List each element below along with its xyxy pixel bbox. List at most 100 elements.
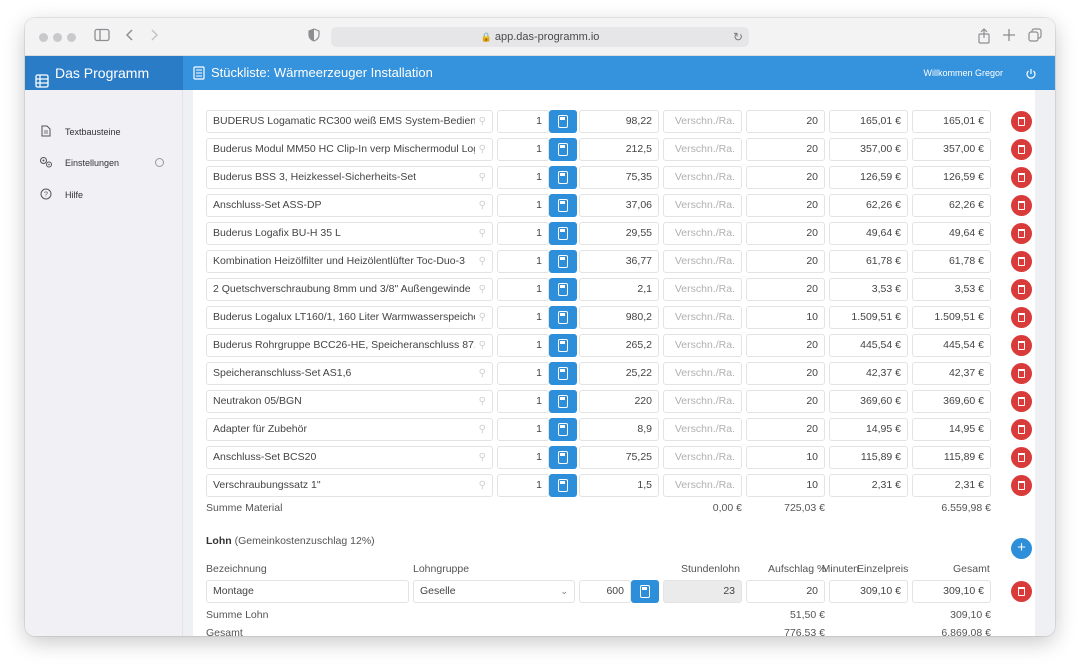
- aufschlag-input[interactable]: 20: [746, 278, 825, 301]
- quantity-input[interactable]: 1: [497, 222, 549, 245]
- delete-row-button[interactable]: [1011, 279, 1032, 300]
- material-name-input[interactable]: Verschraubungssatz 1" ⚲: [206, 474, 493, 497]
- price-input[interactable]: 1,5: [579, 474, 659, 497]
- price-input[interactable]: 2,1: [579, 278, 659, 301]
- calculator-button[interactable]: [549, 474, 577, 497]
- search-icon[interactable]: ⚲: [479, 307, 486, 328]
- price-input[interactable]: 75,25: [579, 446, 659, 469]
- aufschlag-input[interactable]: 20: [746, 166, 825, 189]
- verschnitt-input[interactable]: Verschn./Ra.: [663, 250, 742, 273]
- close-window-dot[interactable]: [39, 33, 48, 42]
- search-icon[interactable]: ⚲: [479, 111, 486, 132]
- aufschlag-input[interactable]: 10: [746, 474, 825, 497]
- quantity-input[interactable]: 1: [497, 166, 549, 189]
- quantity-input[interactable]: 1: [497, 250, 549, 273]
- search-icon[interactable]: ⚲: [479, 447, 486, 468]
- calculator-button[interactable]: [549, 390, 577, 413]
- aufschlag-input[interactable]: 20: [746, 390, 825, 413]
- calculator-button[interactable]: [549, 418, 577, 441]
- verschnitt-input[interactable]: Verschn./Ra.: [663, 222, 742, 245]
- search-icon[interactable]: ⚲: [479, 139, 486, 160]
- share-icon[interactable]: [975, 28, 993, 46]
- delete-row-button[interactable]: [1011, 139, 1032, 160]
- material-name-input[interactable]: Speicheranschluss-Set AS1,6 ⚲: [206, 362, 493, 385]
- power-icon[interactable]: [1025, 67, 1037, 79]
- sidebar-item-einstellungen[interactable]: Einstellungen: [25, 152, 183, 174]
- material-name-input[interactable]: Neutrakon 05/BGN ⚲: [206, 390, 493, 413]
- quantity-input[interactable]: 1: [497, 446, 549, 469]
- price-input[interactable]: 220: [579, 390, 659, 413]
- delete-row-button[interactable]: [1011, 111, 1032, 132]
- aufschlag-input[interactable]: 20: [746, 250, 825, 273]
- calculator-button[interactable]: [549, 138, 577, 161]
- shield-icon[interactable]: [305, 28, 323, 46]
- aufschlag-input[interactable]: 10: [746, 306, 825, 329]
- material-name-input[interactable]: Buderus Modul MM50 HC Clip-In verp Misch…: [206, 138, 493, 161]
- quantity-input[interactable]: 1: [497, 418, 549, 441]
- back-icon[interactable]: [121, 28, 139, 46]
- total-gesamt[interactable]: 6.869,08 €: [941, 627, 991, 636]
- calculator-button[interactable]: [549, 222, 577, 245]
- quantity-input[interactable]: 1: [497, 278, 549, 301]
- calculator-button[interactable]: [549, 278, 577, 301]
- lohngruppe-select[interactable]: Geselle ⌄: [413, 580, 575, 603]
- material-name-input[interactable]: Anschluss-Set ASS-DP ⚲: [206, 194, 493, 217]
- material-name-input[interactable]: Buderus Rohrgruppe BCC26-HE, Speicherans…: [206, 334, 493, 357]
- material-name-input[interactable]: Kombination Heizölfilter und Heizölentlü…: [206, 250, 493, 273]
- add-lohn-button[interactable]: +: [1011, 538, 1032, 559]
- search-icon[interactable]: ⚲: [479, 363, 486, 384]
- delete-lohn-button[interactable]: [1011, 581, 1032, 602]
- sidebar-item-hilfe[interactable]: ? Hilfe: [25, 184, 183, 206]
- material-name-input[interactable]: Anschluss-Set BCS20 ⚲: [206, 446, 493, 469]
- quantity-input[interactable]: 1: [497, 110, 549, 133]
- price-input[interactable]: 29,55: [579, 222, 659, 245]
- verschnitt-input[interactable]: Verschn./Ra.: [663, 110, 742, 133]
- quantity-input[interactable]: 1: [497, 334, 549, 357]
- material-name-input[interactable]: Buderus BSS 3, Heizkessel-Sicherheits-Se…: [206, 166, 493, 189]
- quantity-input[interactable]: 1: [497, 306, 549, 329]
- search-icon[interactable]: ⚲: [479, 335, 486, 356]
- verschnitt-input[interactable]: Verschn./Ra.: [663, 194, 742, 217]
- price-input[interactable]: 98,22: [579, 110, 659, 133]
- price-input[interactable]: 212,5: [579, 138, 659, 161]
- delete-row-button[interactable]: [1011, 363, 1032, 384]
- minuten-input[interactable]: 600: [579, 580, 631, 603]
- total-label[interactable]: Gesamt: [206, 627, 243, 636]
- delete-row-button[interactable]: [1011, 391, 1032, 412]
- reload-icon[interactable]: ↻: [733, 27, 743, 47]
- quantity-input[interactable]: 1: [497, 390, 549, 413]
- tab-overview-icon[interactable]: [1026, 28, 1044, 46]
- price-input[interactable]: 265,2: [579, 334, 659, 357]
- aufschlag-input[interactable]: 20: [746, 418, 825, 441]
- search-icon[interactable]: ⚲: [479, 223, 486, 244]
- calculator-button[interactable]: [549, 110, 577, 133]
- verschnitt-input[interactable]: Verschn./Ra.: [663, 278, 742, 301]
- calculator-button[interactable]: [549, 334, 577, 357]
- verschnitt-input[interactable]: Verschn./Ra.: [663, 306, 742, 329]
- material-name-input[interactable]: BUDERUS Logamatic RC300 weiß EMS System-…: [206, 110, 493, 133]
- delete-row-button[interactable]: [1011, 419, 1032, 440]
- calculator-button[interactable]: [549, 446, 577, 469]
- aufschlag-input[interactable]: 10: [746, 446, 825, 469]
- price-input[interactable]: 36,77: [579, 250, 659, 273]
- delete-row-button[interactable]: [1011, 335, 1032, 356]
- lohn-aufschlag-input[interactable]: 20: [746, 580, 825, 603]
- calculator-button[interactable]: [549, 362, 577, 385]
- verschnitt-input[interactable]: Verschn./Ra.: [663, 446, 742, 469]
- delete-row-button[interactable]: [1011, 475, 1032, 496]
- delete-row-button[interactable]: [1011, 223, 1032, 244]
- search-icon[interactable]: ⚲: [479, 195, 486, 216]
- price-input[interactable]: 37,06: [579, 194, 659, 217]
- delete-row-button[interactable]: [1011, 195, 1032, 216]
- brand-name[interactable]: Das Programm: [55, 56, 149, 90]
- search-icon[interactable]: ⚲: [479, 251, 486, 272]
- quantity-input[interactable]: 1: [497, 362, 549, 385]
- forward-icon[interactable]: [145, 28, 163, 46]
- aufschlag-input[interactable]: 20: [746, 194, 825, 217]
- delete-row-button[interactable]: [1011, 307, 1032, 328]
- material-name-input[interactable]: Buderus Logafix BU-H 35 L ⚲: [206, 222, 493, 245]
- stundenlohn-input[interactable]: 23: [663, 580, 742, 603]
- price-input[interactable]: 980,2: [579, 306, 659, 329]
- search-icon[interactable]: ⚲: [479, 475, 486, 496]
- price-input[interactable]: 8,9: [579, 418, 659, 441]
